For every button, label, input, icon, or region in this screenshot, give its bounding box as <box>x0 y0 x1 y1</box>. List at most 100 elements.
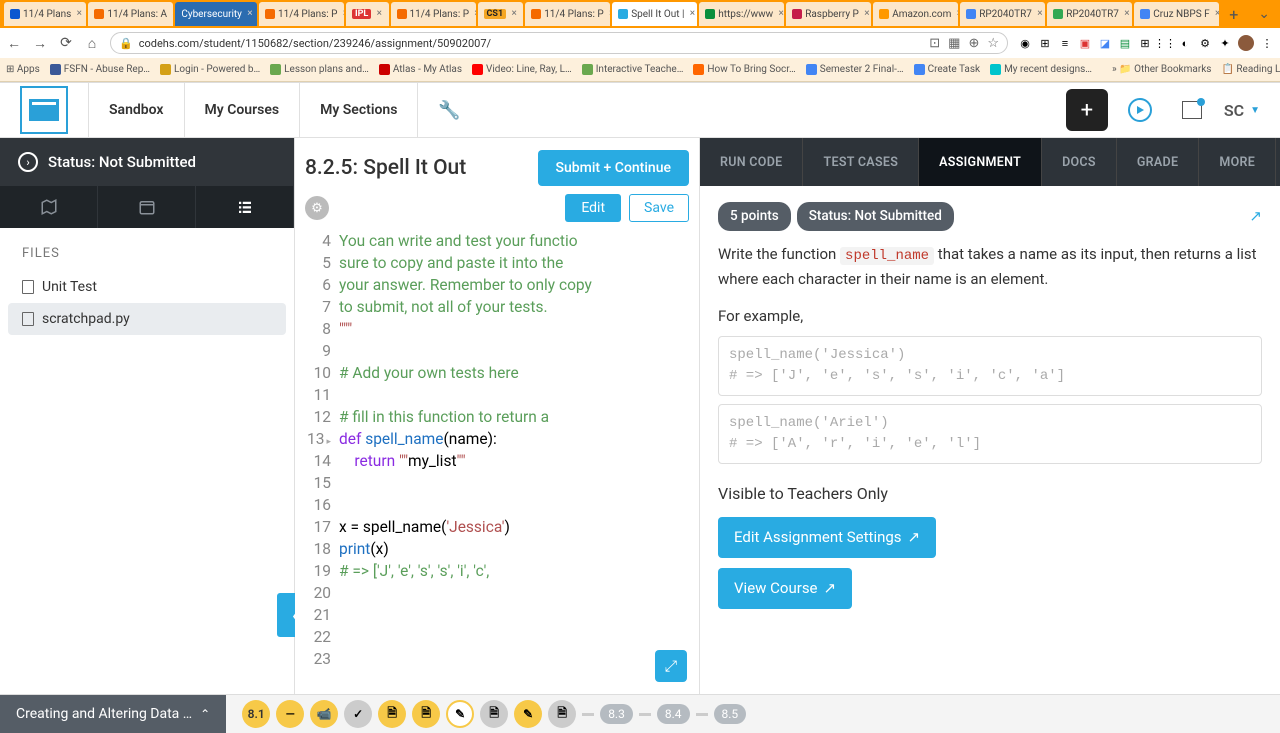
star-icon[interactable]: ☆ <box>987 36 999 51</box>
settings-gear-icon[interactable]: ⚙ <box>305 196 329 220</box>
ext-icon[interactable]: ≡ <box>1058 36 1072 50</box>
expand-editor-icon[interactable]: ⤢ <box>655 650 687 682</box>
step-dot[interactable]: ✎ <box>514 700 542 728</box>
calendar-view-tab[interactable] <box>98 186 196 228</box>
step-dot[interactable]: 🗎 <box>548 700 576 728</box>
popout-icon[interactable]: ↗ <box>1249 205 1262 228</box>
home-button[interactable]: ⌂ <box>84 35 100 52</box>
step-tag[interactable]: 8.3 <box>600 704 633 724</box>
step-dot[interactable]: 🗎 <box>412 700 440 728</box>
bookmark-item[interactable]: Login - Powered b… <box>160 64 260 75</box>
problem-title: 8.2.5: Spell It Out <box>305 156 530 180</box>
reading-list[interactable]: 📋 Reading List <box>1221 64 1280 75</box>
step-dot-current[interactable]: ✎ <box>446 700 474 728</box>
ext-icon[interactable]: ▤ <box>1118 36 1132 50</box>
lock-icon: 🔒 <box>119 37 133 50</box>
ext-icon[interactable]: ⋮⋮ <box>1158 36 1172 50</box>
file-item[interactable]: Unit Test <box>0 271 294 303</box>
profile-avatar[interactable] <box>1238 35 1254 51</box>
ext-icon[interactable]: ⚙ <box>1198 36 1212 50</box>
back-button[interactable]: ← <box>6 35 22 52</box>
bookmark-item[interactable]: Semester 2 Final-… <box>806 64 904 75</box>
forward-button[interactable]: → <box>32 35 48 52</box>
apps-button[interactable]: ⊞ Apps <box>6 64 40 75</box>
bookmark-item[interactable]: How To Bring Socr… <box>693 64 795 75</box>
ext-icon[interactable]: ◐ <box>1178 36 1192 50</box>
browser-tab[interactable]: 11/4 Plans: P× <box>391 2 476 26</box>
ext-icon[interactable]: ◪ <box>1098 36 1112 50</box>
browser-tab[interactable]: CS1× <box>478 2 524 26</box>
codehs-logo[interactable] <box>20 86 68 134</box>
edit-assignment-settings-button[interactable]: Edit Assignment Settings ↗ <box>718 517 936 558</box>
user-menu[interactable]: SC ▼ <box>1224 101 1260 120</box>
nav-sandbox[interactable]: Sandbox <box>88 83 184 137</box>
install-icon[interactable]: ⊡ <box>929 36 940 51</box>
right-tabs: RUN CODETEST CASESASSIGNMENTDOCSGRADEMOR… <box>700 138 1280 186</box>
new-tab-button[interactable]: + <box>1221 5 1246 24</box>
bookmark-item[interactable]: Interactive Teache… <box>582 64 684 75</box>
right-tab-docs[interactable]: DOCS <box>1042 138 1117 186</box>
browser-tab[interactable]: Cruz NBPS F× <box>1134 2 1219 26</box>
bookmark-item[interactable]: FSFN - Abuse Rep… <box>50 64 150 75</box>
step-dot[interactable]: 📹 <box>310 700 338 728</box>
file-item[interactable]: scratchpad.py <box>8 303 286 335</box>
browser-tab[interactable]: Raspberry P× <box>786 2 871 26</box>
browser-tab[interactable]: Amazon.com× <box>873 2 958 26</box>
browser-tab[interactable]: 11/4 Plans: P× <box>259 2 344 26</box>
zoom-icon[interactable]: ⊕ <box>968 36 979 51</box>
save-button[interactable]: Save <box>629 194 689 222</box>
window-controls[interactable]: ⌄ <box>1248 6 1280 22</box>
browser-tab[interactable]: RP2040TR7× <box>1047 2 1132 26</box>
menu-icon[interactable]: ⋮ <box>1260 36 1274 50</box>
video-icon[interactable] <box>1172 90 1212 130</box>
create-button[interactable]: + <box>1066 89 1108 131</box>
right-tab-run-code[interactable]: RUN CODE <box>700 138 803 186</box>
tools-icon[interactable]: 🔧 <box>417 83 480 137</box>
browser-tab[interactable]: 11/4 Plans× <box>4 2 86 26</box>
step-dot[interactable]: ✓ <box>344 700 372 728</box>
browser-tab[interactable]: 11/4 Plans: A× <box>88 2 173 26</box>
step-dot[interactable]: 🗎 <box>480 700 508 728</box>
code-editor[interactable]: 4567891011121314151617181920212223 You c… <box>295 230 699 694</box>
list-view-tab[interactable] <box>196 186 294 228</box>
right-tab-more[interactable]: MORE <box>1199 138 1276 186</box>
extensions-icon[interactable]: ✦ <box>1218 36 1232 50</box>
bookmark-item[interactable]: My recent designs… <box>990 64 1092 75</box>
browser-tab[interactable]: https://www× <box>699 2 784 26</box>
nav-my-sections[interactable]: My Sections <box>299 83 417 137</box>
map-view-tab[interactable] <box>0 186 98 228</box>
step-dot[interactable]: 8.1 <box>242 700 270 728</box>
right-tab-grade[interactable]: GRADE <box>1117 138 1200 186</box>
ext-icon[interactable]: ◉ <box>1018 36 1032 50</box>
bookmark-item[interactable]: Video: Line, Ray, L… <box>472 64 572 75</box>
address-bar[interactable]: 🔒 codehs.com/student/1150682/section/239… <box>110 32 1008 54</box>
reload-button[interactable]: ⟳ <box>58 35 74 51</box>
ext-icon[interactable]: ⊞ <box>1038 36 1052 50</box>
browser-tab[interactable]: Spell It Out |× <box>612 2 697 26</box>
browser-tab[interactable]: RP2040TR7× <box>960 2 1045 26</box>
view-course-button[interactable]: View Course ↗ <box>718 568 852 609</box>
bookmark-item[interactable]: Atlas - My Atlas <box>379 64 462 75</box>
qr-icon[interactable]: ▦ <box>948 36 960 51</box>
browser-tabs: 11/4 Plans×11/4 Plans: A×Cybersecurity×1… <box>0 0 1280 28</box>
edit-button[interactable]: Edit <box>565 194 621 222</box>
right-tab-assignment[interactable]: ASSIGNMENT <box>919 138 1042 186</box>
nav-my-courses[interactable]: My Courses <box>184 83 300 137</box>
bookmark-item[interactable]: Create Task <box>914 64 981 75</box>
ext-icon[interactable]: ⊞ <box>1138 36 1152 50</box>
step-dot[interactable]: — <box>276 700 304 728</box>
other-bookmarks[interactable]: » 📁 Other Bookmarks <box>1112 64 1211 75</box>
step-tag[interactable]: 8.5 <box>714 704 747 724</box>
lesson-breadcrumb[interactable]: Creating and Altering Data … ⌃ <box>0 695 226 733</box>
browser-tab[interactable]: Cybersecurity× <box>175 2 257 26</box>
submit-button[interactable]: Submit + Continue <box>538 150 689 186</box>
run-icon[interactable] <box>1120 90 1160 130</box>
step-tag[interactable]: 8.4 <box>657 704 690 724</box>
right-tab-test-cases[interactable]: TEST CASES <box>803 138 919 186</box>
browser-tab[interactable]: IPL× <box>346 2 389 26</box>
ext-icon[interactable]: ▣ <box>1078 36 1092 50</box>
sidebar: › Status: Not Submitted FILES Unit Tests… <box>0 138 294 694</box>
step-dot[interactable]: 🗎 <box>378 700 406 728</box>
bookmark-item[interactable]: Lesson plans and… <box>270 64 369 75</box>
browser-tab[interactable]: 11/4 Plans: P× <box>525 2 610 26</box>
